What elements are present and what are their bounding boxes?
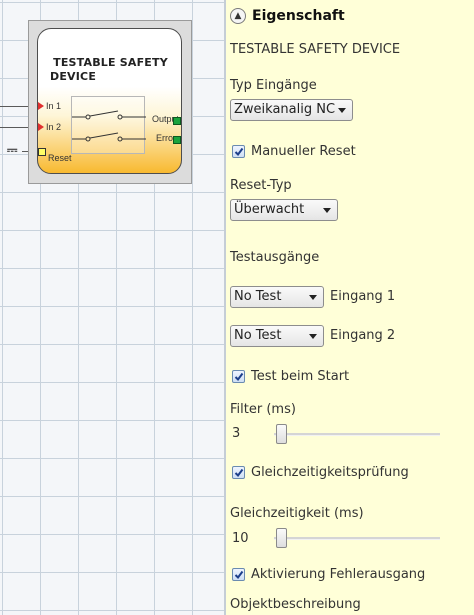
testausgaenge-label: Testausgänge	[230, 250, 320, 265]
testable-safety-device-block[interactable]: TESTABLE SAFETY DEVICE In 1 In 2 Reset O…	[37, 28, 182, 174]
chevron-up-circle-icon[interactable]: ▲	[230, 8, 246, 24]
gleichzeitigkeit-slider-track	[274, 537, 440, 540]
test1-label: Eingang 1	[330, 289, 396, 304]
test2-select[interactable]: No Test	[230, 325, 324, 347]
filter-slider-track	[274, 433, 440, 436]
error-pin[interactable]	[173, 136, 181, 144]
aktivierung-label: Aktivierung Fehlerausgang	[251, 567, 426, 582]
typ-eingaenge-value: Zweikanalig NC	[234, 102, 336, 117]
test-start-label: Test beim Start	[251, 369, 350, 384]
manueller-reset-label: Manueller Reset	[251, 144, 356, 159]
reset-pin-label: Reset	[48, 153, 72, 163]
aktivierung-checkbox[interactable]	[232, 568, 245, 581]
chevron-down-icon	[309, 295, 317, 300]
test-start-checkbox[interactable]	[232, 370, 245, 383]
block-title-line2: DEVICE	[50, 70, 97, 83]
objektbeschreibung-label: Objektbeschreibung	[230, 597, 361, 612]
gleichzeitigkeit-slider-thumb[interactable]	[276, 528, 287, 548]
device-name: TESTABLE SAFETY DEVICE	[230, 42, 401, 57]
gleichzeitigkeit-slider[interactable]	[274, 528, 440, 548]
chevron-down-icon	[338, 108, 346, 113]
input-pin-1-label: In 1	[46, 101, 62, 111]
gleichzeitigkeit-value: 10	[232, 531, 249, 546]
gleichzeitigkeitspruefung-label: Gleichzeitigkeitsprüfung	[251, 465, 409, 480]
input-pin-2-label: In 2	[46, 122, 62, 132]
input-pin-1[interactable]	[38, 102, 44, 110]
nc-contacts-icon	[72, 110, 146, 142]
block-title-line1: TESTABLE SAFETY	[53, 56, 168, 69]
chevron-down-icon	[323, 208, 331, 213]
chevron-down-icon	[309, 334, 317, 339]
reset-typ-select[interactable]: Überwacht	[230, 199, 338, 221]
test2-value: No Test	[234, 328, 282, 343]
manueller-reset-checkbox[interactable]	[232, 145, 245, 158]
test1-select[interactable]: No Test	[230, 286, 324, 308]
filter-slider[interactable]	[274, 424, 440, 444]
properties-panel: ▲ Eigenschaft TESTABLE SAFETY DEVICE Typ…	[226, 0, 474, 615]
pulse-signal-icon: ⎓	[7, 143, 18, 158]
contact-symbol-box	[71, 96, 146, 154]
logic-canvas[interactable]: ⎓ TESTABLE SAFETY DEVICE In 1 In 2 Reset	[0, 0, 224, 615]
reset-typ-label: Reset-Typ	[230, 178, 292, 193]
typ-eingaenge-label: Typ Eingänge	[230, 78, 317, 93]
test1-value: No Test	[234, 289, 282, 304]
output-pin[interactable]	[173, 117, 181, 125]
gleichzeitigkeitspruefung-checkbox[interactable]	[232, 466, 245, 479]
filter-label: Filter (ms)	[230, 402, 296, 417]
reset-pin[interactable]	[38, 148, 46, 156]
filter-value: 3	[232, 426, 241, 441]
filter-slider-thumb[interactable]	[276, 424, 287, 444]
input-pin-2[interactable]	[38, 123, 44, 131]
test2-label: Eingang 2	[330, 328, 396, 343]
properties-title: Eigenschaft	[252, 8, 345, 24]
block-title: TESTABLE SAFETY DEVICE	[38, 56, 183, 84]
gleichzeitigkeit-label: Gleichzeitigkeit (ms)	[230, 506, 364, 521]
typ-eingaenge-select[interactable]: Zweikanalig NC	[230, 99, 353, 121]
reset-typ-value: Überwacht	[234, 202, 305, 217]
